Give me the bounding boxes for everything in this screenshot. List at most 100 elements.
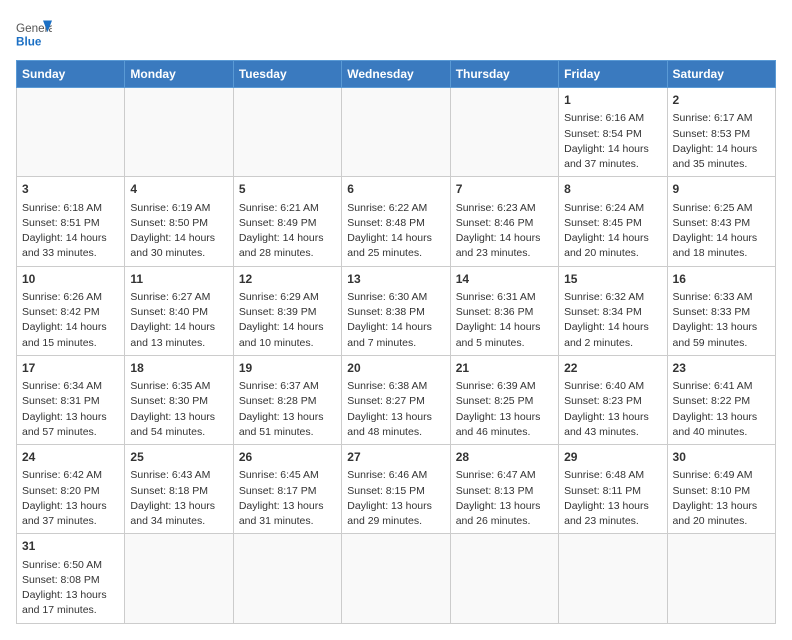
- calendar-cell: 31 Sunrise: 6:50 AM Sunset: 8:08 PM Dayli…: [17, 534, 125, 623]
- day-number: 12: [239, 271, 336, 288]
- day-sun-info: Sunrise: 6:32 AM Sunset: 8:34 PM Dayligh…: [564, 291, 649, 349]
- day-number: 26: [239, 449, 336, 466]
- day-number: 30: [673, 449, 770, 466]
- day-number: 1: [564, 92, 661, 109]
- generalblue-logo-icon: General Blue: [16, 16, 52, 52]
- calendar-cell: [559, 534, 667, 623]
- calendar-cell: 1Sunrise: 6:16 AM Sunset: 8:54 PM Daylig…: [559, 88, 667, 177]
- day-number: 8: [564, 181, 661, 198]
- calendar-cell: 28Sunrise: 6:47 AM Sunset: 8:13 PM Dayli…: [450, 445, 558, 534]
- day-number: 28: [456, 449, 553, 466]
- weekday-header-monday: Monday: [125, 61, 233, 88]
- calendar-cell: 5Sunrise: 6:21 AM Sunset: 8:49 PM Daylig…: [233, 177, 341, 266]
- day-number: 10: [22, 271, 119, 288]
- calendar-cell: 16Sunrise: 6:33 AM Sunset: 8:33 PM Dayli…: [667, 266, 775, 355]
- weekday-header-thursday: Thursday: [450, 61, 558, 88]
- day-sun-info: Sunrise: 6:35 AM Sunset: 8:30 PM Dayligh…: [130, 380, 215, 438]
- calendar-cell: 10 Sunrise: 6:26 AM Sunset: 8:42 PM Dayli…: [17, 266, 125, 355]
- day-sun-info: Sunrise: 6:50 AM Sunset: 8:08 PM Dayligh…: [22, 559, 107, 617]
- calendar-cell: 27 Sunrise: 6:46 AM Sunset: 8:15 PM Dayli…: [342, 445, 450, 534]
- calendar-cell: [17, 88, 125, 177]
- day-number: 15: [564, 271, 661, 288]
- calendar-cell: [233, 88, 341, 177]
- day-sun-info: Sunrise: 6:22 AM Sunset: 8:48 PM Dayligh…: [347, 202, 432, 260]
- day-number: 27: [347, 449, 444, 466]
- day-sun-info: Sunrise: 6:37 AM Sunset: 8:28 PM Dayligh…: [239, 380, 324, 438]
- weekday-header-row: SundayMondayTuesdayWednesdayThursdayFrid…: [17, 61, 776, 88]
- day-sun-info: Sunrise: 6:30 AM Sunset: 8:38 PM Dayligh…: [347, 291, 432, 349]
- day-sun-info: Sunrise: 6:34 AM Sunset: 8:31 PM Dayligh…: [22, 380, 107, 438]
- day-sun-info: Sunrise: 6:17 AM Sunset: 8:53 PM Dayligh…: [673, 112, 758, 170]
- day-number: 6: [347, 181, 444, 198]
- calendar-cell: 6 Sunrise: 6:22 AM Sunset: 8:48 PM Daylig…: [342, 177, 450, 266]
- calendar-cell: 30 Sunrise: 6:49 AM Sunset: 8:10 PM Dayli…: [667, 445, 775, 534]
- calendar-cell: 4 Sunrise: 6:19 AM Sunset: 8:50 PM Daylig…: [125, 177, 233, 266]
- day-sun-info: Sunrise: 6:42 AM Sunset: 8:20 PM Dayligh…: [22, 469, 107, 527]
- calendar-cell: 12 Sunrise: 6:29 AM Sunset: 8:39 PM Dayli…: [233, 266, 341, 355]
- day-number: 7: [456, 181, 553, 198]
- day-number: 14: [456, 271, 553, 288]
- calendar-week-row: 24 Sunrise: 6:42 AM Sunset: 8:20 PM Dayli…: [17, 445, 776, 534]
- day-sun-info: Sunrise: 6:43 AM Sunset: 8:18 PM Dayligh…: [130, 469, 215, 527]
- weekday-header-tuesday: Tuesday: [233, 61, 341, 88]
- calendar-cell: 19 Sunrise: 6:37 AM Sunset: 8:28 PM Dayli…: [233, 355, 341, 444]
- calendar-week-row: 31 Sunrise: 6:50 AM Sunset: 8:08 PM Dayli…: [17, 534, 776, 623]
- day-sun-info: Sunrise: 6:40 AM Sunset: 8:23 PM Dayligh…: [564, 380, 649, 438]
- day-sun-info: Sunrise: 6:27 AM Sunset: 8:40 PM Dayligh…: [130, 291, 215, 349]
- calendar-cell: [125, 534, 233, 623]
- day-sun-info: Sunrise: 6:21 AM Sunset: 8:49 PM Dayligh…: [239, 202, 324, 260]
- day-sun-info: Sunrise: 6:18 AM Sunset: 8:51 PM Dayligh…: [22, 202, 107, 260]
- page-header: General Blue: [16, 16, 776, 52]
- day-number: 18: [130, 360, 227, 377]
- day-number: 9: [673, 181, 770, 198]
- day-number: 16: [673, 271, 770, 288]
- calendar-week-row: 10 Sunrise: 6:26 AM Sunset: 8:42 PM Dayli…: [17, 266, 776, 355]
- calendar-cell: 14 Sunrise: 6:31 AM Sunset: 8:36 PM Dayli…: [450, 266, 558, 355]
- day-number: 2: [673, 92, 770, 109]
- svg-text:Blue: Blue: [16, 36, 42, 49]
- calendar-cell: 15 Sunrise: 6:32 AM Sunset: 8:34 PM Dayli…: [559, 266, 667, 355]
- calendar-cell: [233, 534, 341, 623]
- calendar-cell: [125, 88, 233, 177]
- calendar-week-row: 17Sunrise: 6:34 AM Sunset: 8:31 PM Dayli…: [17, 355, 776, 444]
- calendar-cell: 20 Sunrise: 6:38 AM Sunset: 8:27 PM Dayli…: [342, 355, 450, 444]
- calendar-cell: 17Sunrise: 6:34 AM Sunset: 8:31 PM Dayli…: [17, 355, 125, 444]
- calendar-cell: 2 Sunrise: 6:17 AM Sunset: 8:53 PM Daylig…: [667, 88, 775, 177]
- logo: General Blue: [16, 16, 52, 52]
- day-number: 31: [22, 538, 119, 555]
- day-sun-info: Sunrise: 6:41 AM Sunset: 8:22 PM Dayligh…: [673, 380, 758, 438]
- day-number: 22: [564, 360, 661, 377]
- day-number: 19: [239, 360, 336, 377]
- day-sun-info: Sunrise: 6:19 AM Sunset: 8:50 PM Dayligh…: [130, 202, 215, 260]
- calendar-cell: 13 Sunrise: 6:30 AM Sunset: 8:38 PM Dayli…: [342, 266, 450, 355]
- weekday-header-sunday: Sunday: [17, 61, 125, 88]
- day-sun-info: Sunrise: 6:26 AM Sunset: 8:42 PM Dayligh…: [22, 291, 107, 349]
- calendar-cell: 11 Sunrise: 6:27 AM Sunset: 8:40 PM Dayli…: [125, 266, 233, 355]
- calendar-cell: 7 Sunrise: 6:23 AM Sunset: 8:46 PM Daylig…: [450, 177, 558, 266]
- day-number: 21: [456, 360, 553, 377]
- calendar-cell: 18 Sunrise: 6:35 AM Sunset: 8:30 PM Dayli…: [125, 355, 233, 444]
- day-sun-info: Sunrise: 6:29 AM Sunset: 8:39 PM Dayligh…: [239, 291, 324, 349]
- calendar-cell: 26Sunrise: 6:45 AM Sunset: 8:17 PM Dayli…: [233, 445, 341, 534]
- day-number: 13: [347, 271, 444, 288]
- weekday-header-saturday: Saturday: [667, 61, 775, 88]
- day-sun-info: Sunrise: 6:49 AM Sunset: 8:10 PM Dayligh…: [673, 469, 758, 527]
- calendar-table: SundayMondayTuesdayWednesdayThursdayFrid…: [16, 60, 776, 624]
- day-number: 24: [22, 449, 119, 466]
- day-sun-info: Sunrise: 6:31 AM Sunset: 8:36 PM Dayligh…: [456, 291, 541, 349]
- day-sun-info: Sunrise: 6:46 AM Sunset: 8:15 PM Dayligh…: [347, 469, 432, 527]
- day-number: 11: [130, 271, 227, 288]
- day-number: 4: [130, 181, 227, 198]
- day-sun-info: Sunrise: 6:25 AM Sunset: 8:43 PM Dayligh…: [673, 202, 758, 260]
- day-number: 20: [347, 360, 444, 377]
- day-number: 23: [673, 360, 770, 377]
- day-sun-info: Sunrise: 6:38 AM Sunset: 8:27 PM Dayligh…: [347, 380, 432, 438]
- calendar-week-row: 3 Sunrise: 6:18 AM Sunset: 8:51 PM Daylig…: [17, 177, 776, 266]
- day-sun-info: Sunrise: 6:48 AM Sunset: 8:11 PM Dayligh…: [564, 469, 649, 527]
- calendar-cell: [342, 534, 450, 623]
- calendar-cell: 8Sunrise: 6:24 AM Sunset: 8:45 PM Daylig…: [559, 177, 667, 266]
- day-sun-info: Sunrise: 6:23 AM Sunset: 8:46 PM Dayligh…: [456, 202, 541, 260]
- calendar-cell: 23 Sunrise: 6:41 AM Sunset: 8:22 PM Dayli…: [667, 355, 775, 444]
- day-number: 29: [564, 449, 661, 466]
- day-number: 3: [22, 181, 119, 198]
